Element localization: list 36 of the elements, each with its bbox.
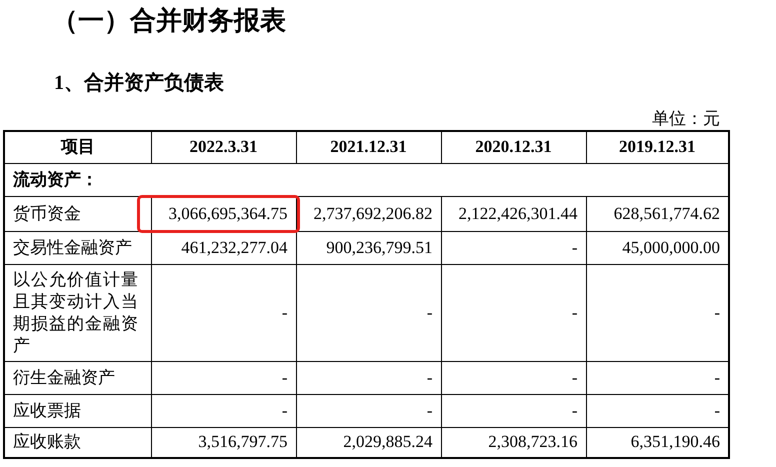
table-cell: - <box>426 368 432 386</box>
table-cell: 2,029,885.24 <box>343 432 432 452</box>
table-cell: - <box>282 368 288 386</box>
table-cell: 900,236,799.51 <box>326 238 432 256</box>
table-cell: 461,232,277.04 <box>181 238 288 256</box>
unit-label: 单位：元 <box>651 108 720 130</box>
table-cell: 628,561,774.62 <box>614 204 720 222</box>
table-cell: - <box>714 368 720 386</box>
table-cell: - <box>426 302 432 322</box>
table-cell: - <box>714 302 720 322</box>
table-cell: 3,066,695,364.75 <box>168 204 288 222</box>
column-header: 2022.3.31 <box>151 131 296 163</box>
table-cell: - <box>714 400 720 420</box>
row-label: 应收票据 <box>4 394 151 427</box>
table-cell: - <box>282 400 288 420</box>
row-label: 货币资金 <box>4 196 151 231</box>
column-header: 2020.12.31 <box>441 131 586 163</box>
table-cell: 3,516,797.75 <box>198 432 288 452</box>
table-cell: 2,308,723.16 <box>488 432 578 452</box>
table-cell: - <box>572 400 578 420</box>
row-label: 交易性金融资产 <box>4 231 151 264</box>
column-header: 2021.12.31 <box>296 131 441 163</box>
table-cell: - <box>572 238 578 256</box>
column-header: 项目 <box>4 131 151 163</box>
row-label: 衍生金融资产 <box>4 361 151 394</box>
table-cell: 6,351,190.46 <box>630 432 720 452</box>
table-heading: 1、合并资产负债表 <box>53 70 225 96</box>
section-heading: （一）合并财务报表 <box>51 5 287 37</box>
row-label: 以公允价值计量且其变动计入当期损益的金融资产 <box>4 264 151 361</box>
table-cell: - <box>426 400 432 420</box>
table-cell: - <box>282 302 288 322</box>
table-cell: 2,122,426,301.44 <box>458 204 578 222</box>
table-cell: 45,000,000.00 <box>622 238 720 256</box>
table-cell: - <box>572 302 578 322</box>
table-cell: 2,737,692,206.82 <box>314 204 432 222</box>
table-cell: - <box>572 368 578 386</box>
